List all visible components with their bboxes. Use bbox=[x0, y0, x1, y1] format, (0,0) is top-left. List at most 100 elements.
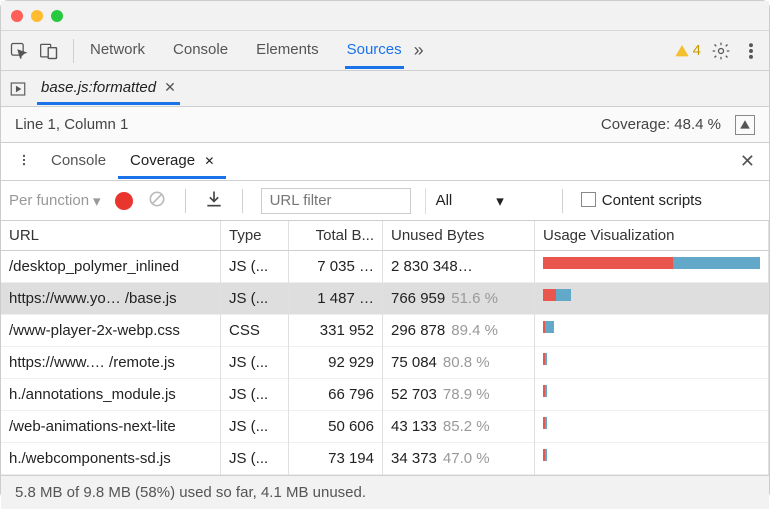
toggle-coverage-button[interactable] bbox=[735, 115, 755, 135]
url-filter-input[interactable] bbox=[261, 188, 411, 214]
per-function-label: Per function bbox=[9, 192, 89, 209]
cell-type: JS (... bbox=[221, 379, 289, 411]
cell-total: 7 035 … bbox=[289, 251, 383, 283]
main-tab-sources[interactable]: Sources bbox=[345, 33, 404, 69]
main-tabs: Network Console Elements Sources bbox=[88, 33, 404, 69]
per-function-dropdown[interactable]: Per function ▾ bbox=[9, 192, 101, 210]
cell-url: h./annotations_module.js bbox=[1, 379, 221, 411]
overflow-icon[interactable]: » bbox=[414, 40, 424, 61]
export-button[interactable] bbox=[204, 189, 224, 213]
cell-url: /desktop_polymer_inlined bbox=[1, 251, 221, 283]
close-icon[interactable]: ✕ bbox=[201, 154, 214, 168]
drawer-tab-coverage[interactable]: Coverage ✕ bbox=[118, 145, 226, 179]
cell-viz bbox=[535, 411, 769, 443]
status-bar: Line 1, Column 1 Coverage: 48.4 % bbox=[1, 107, 769, 143]
checkbox-icon bbox=[581, 192, 596, 207]
device-icon[interactable] bbox=[39, 41, 59, 61]
coverage-table: URL Type Total B... Unused Bytes Usage V… bbox=[1, 221, 769, 475]
footer-text: 5.8 MB of 9.8 MB (58%) used so far, 4.1 … bbox=[15, 484, 366, 501]
table-row[interactable]: https://www.… /remote.jsJS (...92 92975 … bbox=[1, 347, 769, 379]
main-toolbar: Network Console Elements Sources » 4 bbox=[1, 31, 769, 71]
cell-unused: 43 13385.2 % bbox=[383, 411, 535, 443]
chevron-down-icon: ▾ bbox=[496, 192, 504, 210]
clear-button[interactable] bbox=[147, 189, 167, 213]
separator bbox=[562, 189, 563, 213]
kebab-icon[interactable] bbox=[741, 41, 761, 61]
cell-viz bbox=[535, 283, 769, 315]
cell-url: /www-player-2x-webp.css bbox=[1, 315, 221, 347]
inspect-icon[interactable] bbox=[9, 41, 29, 61]
table-row[interactable]: h./webcomponents-sd.jsJS (...73 19434 37… bbox=[1, 443, 769, 475]
window-zoom[interactable] bbox=[51, 10, 63, 22]
separator bbox=[242, 189, 243, 213]
cell-unused: 296 87889.4 % bbox=[383, 315, 535, 347]
col-viz[interactable]: Usage Visualization bbox=[535, 221, 769, 250]
main-tab-console[interactable]: Console bbox=[171, 33, 230, 69]
main-tab-network[interactable]: Network bbox=[88, 33, 147, 69]
triangle-up-icon bbox=[739, 119, 751, 131]
drawer-tab-console[interactable]: Console bbox=[39, 145, 118, 179]
cell-viz bbox=[535, 443, 769, 475]
cell-url: /web-animations-next-lite bbox=[1, 411, 221, 443]
warning-badge[interactable]: 4 bbox=[674, 42, 701, 59]
col-total[interactable]: Total B... bbox=[289, 221, 383, 250]
gear-icon[interactable] bbox=[711, 41, 731, 61]
document-tab[interactable]: base.js:formatted ✕ bbox=[37, 73, 180, 105]
separator bbox=[73, 39, 74, 63]
cell-total: 73 194 bbox=[289, 443, 383, 475]
main-tab-elements[interactable]: Elements bbox=[254, 33, 321, 69]
table-row[interactable]: /desktop_polymer_inlinedJS (...7 035 …2 … bbox=[1, 251, 769, 283]
cell-type: JS (... bbox=[221, 251, 289, 283]
close-icon[interactable]: ✕ bbox=[164, 79, 176, 96]
cell-url: https://www.yo… /base.js bbox=[1, 283, 221, 315]
document-tabs: base.js:formatted ✕ bbox=[1, 71, 769, 107]
cell-total: 331 952 bbox=[289, 315, 383, 347]
cell-total: 50 606 bbox=[289, 411, 383, 443]
window-minimize[interactable] bbox=[31, 10, 43, 22]
cell-viz bbox=[535, 379, 769, 411]
cell-unused: 34 37347.0 % bbox=[383, 443, 535, 475]
cell-url: https://www.… /remote.js bbox=[1, 347, 221, 379]
window-close[interactable] bbox=[11, 10, 23, 22]
content-scripts-label: Content scripts bbox=[602, 192, 702, 209]
cell-viz bbox=[535, 251, 769, 283]
cell-total: 1 487 … bbox=[289, 283, 383, 315]
table-row[interactable]: h./annotations_module.jsJS (...66 79652 … bbox=[1, 379, 769, 411]
type-filter-dropdown[interactable]: All ▾ bbox=[425, 188, 544, 214]
cell-type: JS (... bbox=[221, 347, 289, 379]
cell-type: JS (... bbox=[221, 411, 289, 443]
document-tab-label: base.js:formatted bbox=[41, 79, 156, 96]
col-url[interactable]: URL bbox=[1, 221, 221, 250]
drawer-kebab-icon[interactable] bbox=[9, 152, 39, 172]
filter-bar: Per function ▾ All ▾ Content scripts bbox=[1, 181, 769, 221]
table-body: /desktop_polymer_inlinedJS (...7 035 …2 … bbox=[1, 251, 769, 475]
table-row[interactable]: /www-player-2x-webp.cssCSS331 952296 878… bbox=[1, 315, 769, 347]
show-navigator-icon[interactable] bbox=[9, 80, 27, 98]
cursor-position: Line 1, Column 1 bbox=[15, 116, 128, 133]
table-row[interactable]: https://www.yo… /base.jsJS (...1 487 …76… bbox=[1, 283, 769, 315]
warning-icon bbox=[674, 43, 690, 59]
type-filter-label: All bbox=[436, 192, 453, 209]
col-type[interactable]: Type bbox=[221, 221, 289, 250]
col-unused[interactable]: Unused Bytes bbox=[383, 221, 535, 250]
cell-viz bbox=[535, 347, 769, 379]
cell-unused: 766 95951.6 % bbox=[383, 283, 535, 315]
warning-count: 4 bbox=[693, 42, 701, 59]
table-row[interactable]: /web-animations-next-liteJS (...50 60643… bbox=[1, 411, 769, 443]
cell-total: 92 929 bbox=[289, 347, 383, 379]
cell-unused: 2 830 348… bbox=[383, 251, 535, 283]
titlebar bbox=[1, 1, 769, 31]
cell-total: 66 796 bbox=[289, 379, 383, 411]
cell-type: CSS bbox=[221, 315, 289, 347]
coverage-status: Coverage: 48.4 % bbox=[601, 116, 721, 133]
table-header: URL Type Total B... Unused Bytes Usage V… bbox=[1, 221, 769, 251]
footer-summary: 5.8 MB of 9.8 MB (58%) used so far, 4.1 … bbox=[1, 475, 769, 509]
drawer-close-icon[interactable]: ✕ bbox=[734, 151, 761, 172]
content-scripts-checkbox[interactable]: Content scripts bbox=[581, 192, 702, 209]
record-button[interactable] bbox=[115, 192, 133, 210]
cell-unused: 52 70378.9 % bbox=[383, 379, 535, 411]
drawer-tabs: ConsoleCoverage ✕ ✕ bbox=[1, 143, 769, 181]
separator bbox=[185, 189, 186, 213]
cell-unused: 75 08480.8 % bbox=[383, 347, 535, 379]
cell-url: h./webcomponents-sd.js bbox=[1, 443, 221, 475]
